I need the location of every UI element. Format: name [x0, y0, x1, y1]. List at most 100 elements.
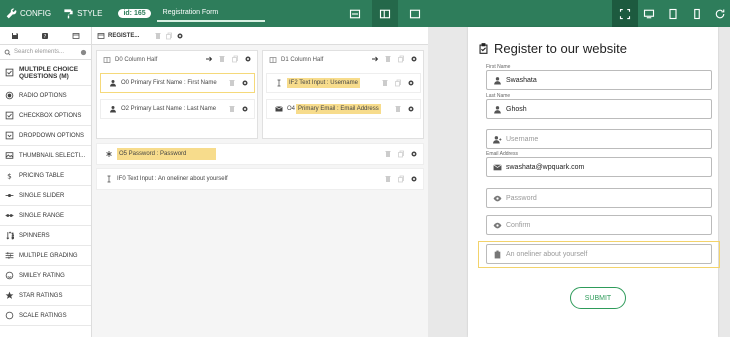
layout-split-button[interactable] — [372, 0, 398, 27]
tab-window[interactable] — [61, 27, 91, 44]
sidebar-item-label: SPINNERS — [19, 232, 50, 239]
copy-icon[interactable] — [397, 55, 405, 63]
confirm-password-input[interactable]: Confirm — [486, 215, 712, 235]
slider-icon — [5, 193, 14, 198]
field-label: O2 Primary Last Name : Last Name — [121, 106, 217, 112]
sidebar-item-single-range[interactable]: SINGLE RANGE — [0, 206, 91, 226]
tablet-view-button[interactable] — [660, 0, 686, 27]
arrow-right-icon[interactable] — [205, 55, 213, 63]
copy-icon[interactable] — [394, 79, 402, 87]
submit-button[interactable]: SUBMIT — [570, 287, 626, 309]
username-input[interactable]: Username — [486, 129, 712, 149]
password-input[interactable]: Password — [486, 188, 712, 208]
tab-save[interactable] — [0, 27, 30, 44]
gear-icon[interactable] — [407, 105, 415, 113]
fullscreen-button[interactable] — [612, 0, 638, 27]
gear-icon[interactable] — [410, 150, 418, 158]
refresh-button[interactable] — [710, 0, 730, 27]
trash-icon[interactable] — [394, 105, 402, 113]
first-name-input[interactable]: Swashata — [486, 70, 712, 90]
trash-icon[interactable] — [154, 32, 162, 40]
gear-icon[interactable] — [244, 55, 252, 63]
user-icon — [494, 76, 501, 84]
sidebar-item-checkbox[interactable]: CHECKBOX OPTIONS — [0, 106, 91, 126]
arrow-right-icon[interactable] — [371, 55, 379, 63]
last-name-input[interactable]: Ghosh — [486, 99, 712, 119]
element-search[interactable]: Search elements... — [0, 45, 91, 60]
config-label: CONFIG — [20, 9, 52, 18]
gear-icon[interactable] — [410, 55, 418, 63]
field-last-name[interactable]: O2 Primary Last Name : Last Name — [100, 99, 255, 119]
page-tab-label[interactable]: REGISTE... — [108, 33, 139, 39]
field-email[interactable]: O4 Primary Email : Email Address — [266, 99, 421, 119]
sidebar-item-scale-ratings[interactable]: SCALE RATINGS — [0, 306, 91, 326]
sidebar-item-label: SMILEY RATING — [19, 272, 65, 279]
layout-split-icon — [379, 9, 391, 18]
sidebar-item-thumbnail[interactable]: THUMBNAIL SELECTI... — [0, 146, 91, 166]
envelope-icon — [493, 163, 502, 170]
sidebar-item-multiple-choice[interactable]: MULTIPLE CHOICE QUESTIONS (M) — [0, 60, 91, 86]
radio-icon — [5, 91, 14, 100]
svg-text:9: 9 — [12, 236, 14, 240]
trash-icon[interactable] — [384, 55, 392, 63]
gear-icon[interactable] — [176, 32, 184, 40]
trash-icon[interactable] — [384, 175, 392, 183]
config-button[interactable]: CONFIG — [0, 0, 57, 27]
sidebar-item-radio[interactable]: RADIO OPTIONS — [0, 86, 91, 106]
field-actions — [394, 105, 415, 113]
sidebar-item-label: THUMBNAIL SELECTI... — [19, 152, 86, 159]
column-half-right[interactable]: D1 Column Half IF2 Text Input : Username… — [262, 50, 424, 139]
trash-icon[interactable] — [228, 79, 236, 87]
gear-icon[interactable] — [410, 175, 418, 183]
layout-full-button[interactable] — [342, 0, 368, 27]
sidebar-item-single-slider[interactable]: SINGLE SLIDER — [0, 186, 91, 206]
elements-sidebar: ? Search elements... MULTIPLE CHOICE QUE… — [0, 27, 92, 337]
field-about[interactable]: IF0 Text Input : An oneliner about yours… — [96, 168, 424, 190]
field-actions — [384, 150, 418, 158]
field-password[interactable]: O5 Password : Password — [96, 143, 424, 165]
sidebar-item-smiley-rating[interactable]: SMILEY RATING — [0, 266, 91, 286]
sidebar-item-label: MULTIPLE CHOICE QUESTIONS (M) — [19, 65, 79, 80]
copy-icon[interactable] — [231, 55, 239, 63]
svg-text:$: $ — [7, 171, 12, 180]
email-input[interactable]: swashata@wpquark.com — [486, 157, 712, 177]
field-username[interactable]: IF2 Text Input : Username — [266, 73, 421, 93]
sidebar-item-pricing[interactable]: $ PRICING TABLE — [0, 166, 91, 186]
user-plus-icon — [493, 135, 502, 143]
sidebar-item-star-ratings[interactable]: STAR RATINGS — [0, 286, 91, 306]
sidebar-item-spinners[interactable]: 19 SPINNERS — [0, 226, 91, 246]
field-first-name[interactable]: O0 Primary First Name : First Name — [100, 73, 255, 93]
scale-icon — [5, 311, 14, 320]
desktop-view-button[interactable] — [636, 0, 662, 27]
trash-icon[interactable] — [384, 150, 392, 158]
sidebar-tabs: ? — [0, 27, 91, 45]
sidebar-item-multiple-grading[interactable]: MULTIPLE GRADING — [0, 246, 91, 266]
email-value: swashata@wpquark.com — [506, 163, 585, 171]
column-half-left[interactable]: D0 Column Half O0 Primary First Name : F… — [96, 50, 258, 139]
trash-icon[interactable] — [218, 55, 226, 63]
mobile-view-button[interactable] — [684, 0, 710, 27]
trash-icon[interactable] — [228, 105, 236, 113]
copy-icon[interactable] — [165, 32, 173, 40]
field-actions — [381, 79, 415, 87]
style-button[interactable]: STYLE — [57, 0, 108, 27]
gear-icon[interactable] — [407, 79, 415, 87]
field-actions — [384, 175, 418, 183]
confirm-placeholder: Confirm — [506, 221, 531, 229]
form-name-field[interactable]: Registration Form — [156, 5, 265, 22]
gear-icon[interactable] — [241, 105, 249, 113]
window-icon — [72, 32, 80, 39]
copy-icon[interactable] — [397, 150, 405, 158]
layout-preview-button[interactable] — [402, 0, 428, 27]
clipboard-check-icon — [479, 43, 488, 54]
desktop-icon — [643, 9, 655, 18]
help-icon: ? — [42, 32, 49, 40]
gear-icon[interactable] — [241, 79, 249, 87]
sidebar-item-dropdown[interactable]: DROPDOWN OPTIONS — [0, 126, 91, 146]
about-input[interactable]: An oneliner about yourself — [486, 244, 712, 264]
window-icon — [97, 32, 105, 39]
trash-icon[interactable] — [381, 79, 389, 87]
form-title: Register to our website — [478, 41, 627, 56]
tab-help[interactable]: ? — [30, 27, 60, 44]
copy-icon[interactable] — [397, 175, 405, 183]
